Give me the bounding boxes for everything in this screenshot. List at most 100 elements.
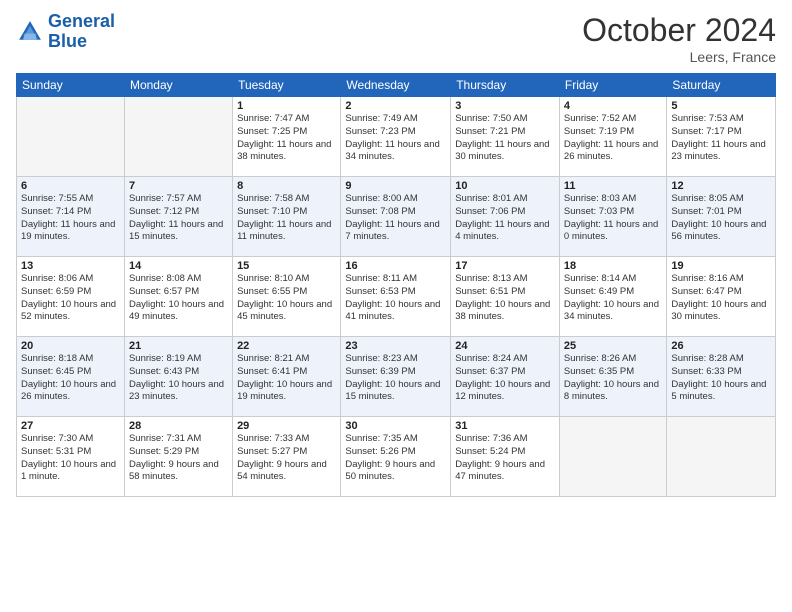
- cell-day-number: 15: [237, 260, 336, 272]
- cell-day-number: 31: [455, 420, 555, 432]
- cell-info: Sunrise: 7:50 AMSunset: 7:21 PMDaylight:…: [455, 113, 555, 164]
- cell-info: Sunrise: 8:23 AMSunset: 6:39 PMDaylight:…: [345, 353, 446, 404]
- calendar-week-row: 6Sunrise: 7:55 AMSunset: 7:14 PMDaylight…: [17, 177, 776, 257]
- month-title: October 2024: [582, 12, 776, 49]
- cell-day-number: 10: [455, 180, 555, 192]
- table-row: 20Sunrise: 8:18 AMSunset: 6:45 PMDayligh…: [17, 337, 125, 417]
- cell-day-number: 24: [455, 340, 555, 352]
- table-row: 22Sunrise: 8:21 AMSunset: 6:41 PMDayligh…: [233, 337, 341, 417]
- table-row: 24Sunrise: 8:24 AMSunset: 6:37 PMDayligh…: [451, 337, 560, 417]
- table-row: [17, 97, 125, 177]
- table-row: 29Sunrise: 7:33 AMSunset: 5:27 PMDayligh…: [233, 417, 341, 497]
- cell-day-number: 6: [21, 180, 120, 192]
- cell-info: Sunrise: 8:05 AMSunset: 7:01 PMDaylight:…: [671, 193, 771, 244]
- cell-info: Sunrise: 8:10 AMSunset: 6:55 PMDaylight:…: [237, 273, 336, 324]
- col-tuesday: Tuesday: [233, 74, 341, 97]
- cell-info: Sunrise: 7:33 AMSunset: 5:27 PMDaylight:…: [237, 433, 336, 484]
- cell-info: Sunrise: 8:03 AMSunset: 7:03 PMDaylight:…: [564, 193, 662, 244]
- calendar-week-row: 13Sunrise: 8:06 AMSunset: 6:59 PMDayligh…: [17, 257, 776, 337]
- cell-info: Sunrise: 7:49 AMSunset: 7:23 PMDaylight:…: [345, 113, 446, 164]
- cell-day-number: 7: [129, 180, 228, 192]
- cell-info: Sunrise: 8:01 AMSunset: 7:06 PMDaylight:…: [455, 193, 555, 244]
- table-row: 2Sunrise: 7:49 AMSunset: 7:23 PMDaylight…: [341, 97, 451, 177]
- cell-info: Sunrise: 7:53 AMSunset: 7:17 PMDaylight:…: [671, 113, 771, 164]
- cell-day-number: 2: [345, 100, 446, 112]
- cell-day-number: 11: [564, 180, 662, 192]
- cell-day-number: 29: [237, 420, 336, 432]
- table-row: 14Sunrise: 8:08 AMSunset: 6:57 PMDayligh…: [124, 257, 232, 337]
- cell-day-number: 26: [671, 340, 771, 352]
- cell-day-number: 16: [345, 260, 446, 272]
- cell-day-number: 23: [345, 340, 446, 352]
- cell-info: Sunrise: 8:21 AMSunset: 6:41 PMDaylight:…: [237, 353, 336, 404]
- cell-day-number: 21: [129, 340, 228, 352]
- cell-day-number: 1: [237, 100, 336, 112]
- table-row: 28Sunrise: 7:31 AMSunset: 5:29 PMDayligh…: [124, 417, 232, 497]
- logo-line1: General: [48, 11, 115, 31]
- col-friday: Friday: [559, 74, 666, 97]
- table-row: 6Sunrise: 7:55 AMSunset: 7:14 PMDaylight…: [17, 177, 125, 257]
- calendar-week-row: 1Sunrise: 7:47 AMSunset: 7:25 PMDaylight…: [17, 97, 776, 177]
- cell-info: Sunrise: 8:16 AMSunset: 6:47 PMDaylight:…: [671, 273, 771, 324]
- cell-info: Sunrise: 8:24 AMSunset: 6:37 PMDaylight:…: [455, 353, 555, 404]
- table-row: 10Sunrise: 8:01 AMSunset: 7:06 PMDayligh…: [451, 177, 560, 257]
- table-row: [559, 417, 666, 497]
- cell-day-number: 28: [129, 420, 228, 432]
- cell-info: Sunrise: 7:36 AMSunset: 5:24 PMDaylight:…: [455, 433, 555, 484]
- cell-info: Sunrise: 7:58 AMSunset: 7:10 PMDaylight:…: [237, 193, 336, 244]
- cell-day-number: 12: [671, 180, 771, 192]
- cell-day-number: 18: [564, 260, 662, 272]
- col-sunday: Sunday: [17, 74, 125, 97]
- cell-info: Sunrise: 8:28 AMSunset: 6:33 PMDaylight:…: [671, 353, 771, 404]
- cell-day-number: 30: [345, 420, 446, 432]
- cell-info: Sunrise: 8:06 AMSunset: 6:59 PMDaylight:…: [21, 273, 120, 324]
- calendar-week-row: 27Sunrise: 7:30 AMSunset: 5:31 PMDayligh…: [17, 417, 776, 497]
- table-row: 13Sunrise: 8:06 AMSunset: 6:59 PMDayligh…: [17, 257, 125, 337]
- cell-info: Sunrise: 7:55 AMSunset: 7:14 PMDaylight:…: [21, 193, 120, 244]
- table-row: 21Sunrise: 8:19 AMSunset: 6:43 PMDayligh…: [124, 337, 232, 417]
- table-row: 17Sunrise: 8:13 AMSunset: 6:51 PMDayligh…: [451, 257, 560, 337]
- table-row: 7Sunrise: 7:57 AMSunset: 7:12 PMDaylight…: [124, 177, 232, 257]
- table-row: 18Sunrise: 8:14 AMSunset: 6:49 PMDayligh…: [559, 257, 666, 337]
- calendar-table: Sunday Monday Tuesday Wednesday Thursday…: [16, 73, 776, 497]
- table-row: 23Sunrise: 8:23 AMSunset: 6:39 PMDayligh…: [341, 337, 451, 417]
- cell-day-number: 22: [237, 340, 336, 352]
- col-saturday: Saturday: [667, 74, 776, 97]
- calendar-header-row: Sunday Monday Tuesday Wednesday Thursday…: [17, 74, 776, 97]
- cell-day-number: 4: [564, 100, 662, 112]
- cell-day-number: 14: [129, 260, 228, 272]
- col-thursday: Thursday: [451, 74, 560, 97]
- logo-icon: [16, 18, 44, 46]
- page: General Blue October 2024 Leers, France …: [0, 0, 792, 612]
- table-row: 5Sunrise: 7:53 AMSunset: 7:17 PMDaylight…: [667, 97, 776, 177]
- col-monday: Monday: [124, 74, 232, 97]
- header: General Blue October 2024 Leers, France: [16, 12, 776, 65]
- table-row: [667, 417, 776, 497]
- location: Leers, France: [582, 49, 776, 65]
- table-row: 8Sunrise: 7:58 AMSunset: 7:10 PMDaylight…: [233, 177, 341, 257]
- table-row: 31Sunrise: 7:36 AMSunset: 5:24 PMDayligh…: [451, 417, 560, 497]
- table-row: 12Sunrise: 8:05 AMSunset: 7:01 PMDayligh…: [667, 177, 776, 257]
- cell-info: Sunrise: 8:08 AMSunset: 6:57 PMDaylight:…: [129, 273, 228, 324]
- cell-day-number: 17: [455, 260, 555, 272]
- logo-text: General Blue: [48, 12, 115, 52]
- cell-info: Sunrise: 7:57 AMSunset: 7:12 PMDaylight:…: [129, 193, 228, 244]
- col-wednesday: Wednesday: [341, 74, 451, 97]
- table-row: 25Sunrise: 8:26 AMSunset: 6:35 PMDayligh…: [559, 337, 666, 417]
- cell-info: Sunrise: 8:14 AMSunset: 6:49 PMDaylight:…: [564, 273, 662, 324]
- table-row: 30Sunrise: 7:35 AMSunset: 5:26 PMDayligh…: [341, 417, 451, 497]
- calendar-week-row: 20Sunrise: 8:18 AMSunset: 6:45 PMDayligh…: [17, 337, 776, 417]
- cell-day-number: 19: [671, 260, 771, 272]
- table-row: 27Sunrise: 7:30 AMSunset: 5:31 PMDayligh…: [17, 417, 125, 497]
- table-row: 26Sunrise: 8:28 AMSunset: 6:33 PMDayligh…: [667, 337, 776, 417]
- cell-day-number: 5: [671, 100, 771, 112]
- table-row: 19Sunrise: 8:16 AMSunset: 6:47 PMDayligh…: [667, 257, 776, 337]
- table-row: 4Sunrise: 7:52 AMSunset: 7:19 PMDaylight…: [559, 97, 666, 177]
- cell-info: Sunrise: 8:13 AMSunset: 6:51 PMDaylight:…: [455, 273, 555, 324]
- cell-info: Sunrise: 8:00 AMSunset: 7:08 PMDaylight:…: [345, 193, 446, 244]
- logo: General Blue: [16, 12, 115, 52]
- cell-day-number: 27: [21, 420, 120, 432]
- cell-day-number: 9: [345, 180, 446, 192]
- cell-day-number: 20: [21, 340, 120, 352]
- table-row: 11Sunrise: 8:03 AMSunset: 7:03 PMDayligh…: [559, 177, 666, 257]
